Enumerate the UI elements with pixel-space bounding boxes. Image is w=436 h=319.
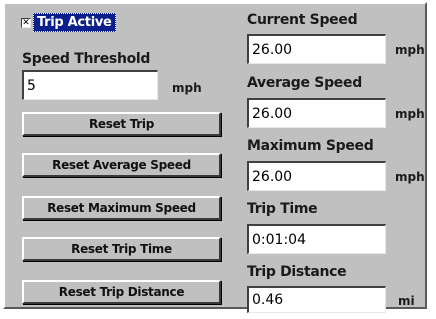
average-speed-field: 26.00 [247, 98, 386, 128]
maximum-speed-unit: mph [395, 170, 425, 184]
speed-threshold-unit: mph [172, 81, 202, 95]
maximum-speed-field: 26.00 [247, 161, 386, 191]
trip-active-checkbox[interactable]: ✕ Trip Active [21, 13, 116, 32]
trip-distance-label: Trip Distance [247, 264, 347, 280]
trip-time-label: Trip Time [247, 201, 318, 217]
trip-time-field: 0:01:04 [247, 224, 386, 254]
speed-threshold-input[interactable]: 5 [22, 70, 158, 100]
trip-panel: ✕ Trip Active Speed Threshold 5 mph Rese… [3, 2, 427, 313]
maximum-speed-label: Maximum Speed [247, 138, 374, 154]
current-speed-label: Current Speed [247, 12, 358, 28]
trip-active-label[interactable]: Trip Active [33, 13, 116, 32]
current-speed-unit: mph [395, 43, 425, 57]
trip-distance-unit: mi [398, 294, 415, 308]
reset-maximum-speed-button[interactable]: Reset Maximum Speed [22, 196, 221, 220]
reset-average-speed-button[interactable]: Reset Average Speed [22, 153, 221, 177]
reset-trip-distance-button[interactable]: Reset Trip Distance [22, 280, 221, 304]
reset-trip-time-button[interactable]: Reset Trip Time [22, 237, 221, 261]
reset-trip-button[interactable]: Reset Trip [22, 112, 221, 136]
speed-threshold-label: Speed Threshold [22, 51, 151, 67]
average-speed-unit: mph [395, 107, 425, 121]
trip-distance-field: 0.46 [247, 286, 386, 313]
average-speed-label: Average Speed [247, 75, 362, 91]
trip-active-check-box[interactable]: ✕ [21, 17, 31, 28]
current-speed-field: 26.00 [247, 34, 386, 64]
